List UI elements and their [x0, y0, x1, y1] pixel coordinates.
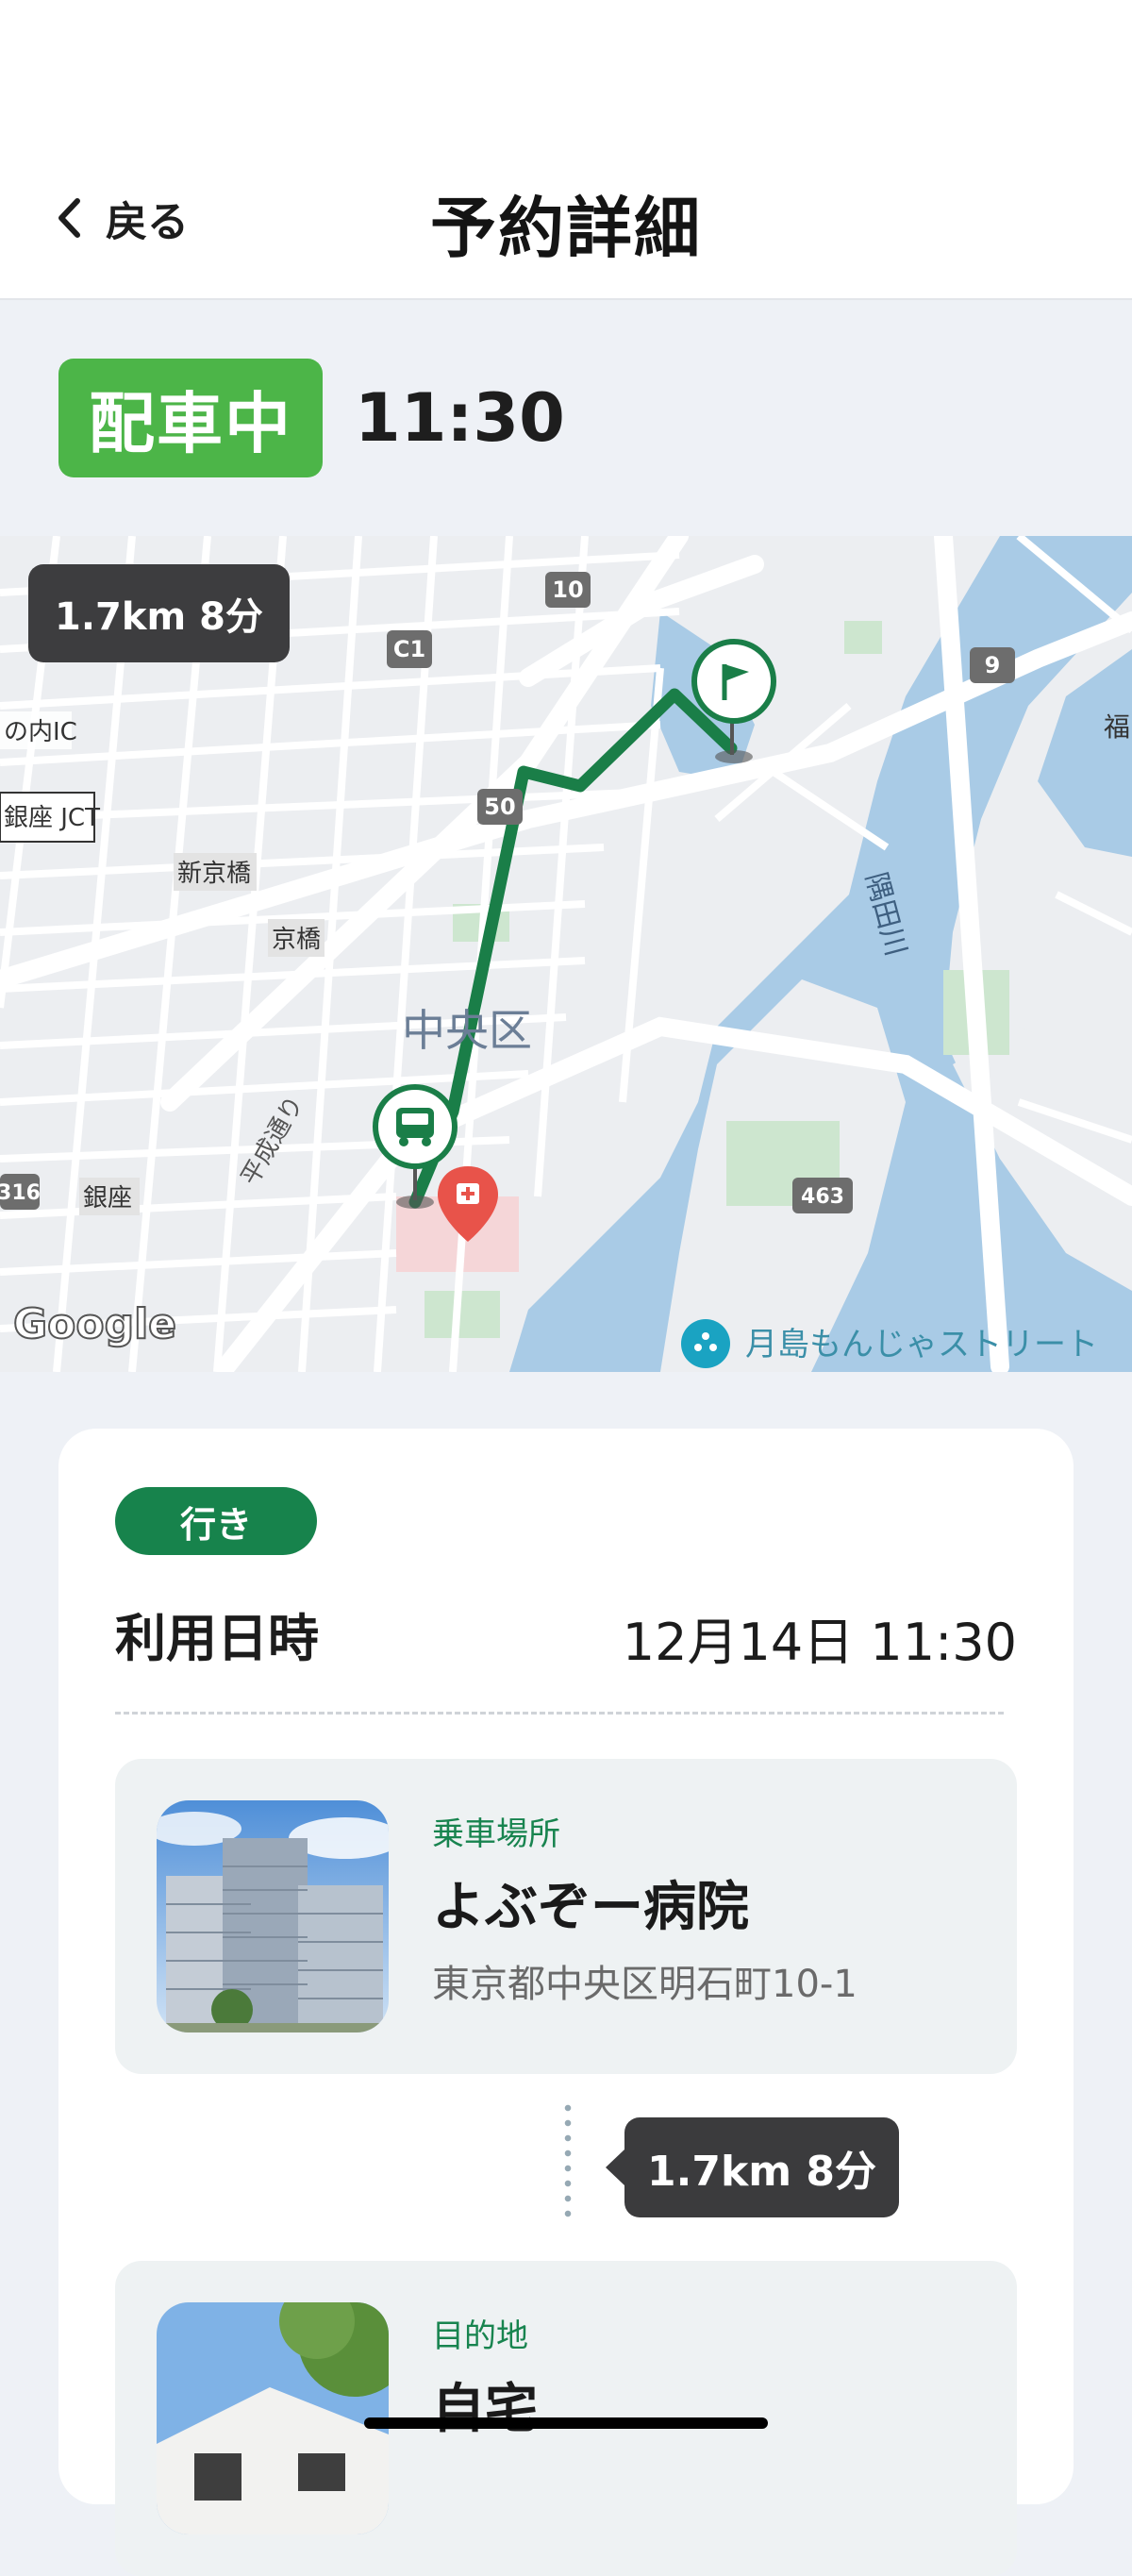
map-label-marunouchi: の内IC	[0, 711, 77, 749]
road-shield-9: 9	[970, 647, 1015, 683]
svg-text:月島もんじゃストリート: 月島もんじゃストリート	[745, 1326, 1098, 1363]
route-connector	[564, 2100, 572, 2225]
map-label-shinkyobashi: 新京橋	[174, 853, 257, 891]
svg-text:50: 50	[484, 794, 515, 820]
pickup-address: 東京都中央区明石町10-1	[432, 1963, 857, 2006]
destination-photo	[157, 2302, 389, 2534]
map-label-ward: 中央区	[402, 1005, 532, 1056]
map-label-kyobashi: 京橋	[268, 919, 325, 957]
svg-text:316: 316	[0, 1181, 41, 1205]
datetime-value: 12月14日 11:30	[622, 1613, 1017, 1672]
leg-badge: 1.7km 8分	[606, 2117, 899, 2217]
map-route-tooltip: 1.7km 8分	[28, 564, 290, 662]
svg-text:463: 463	[801, 1185, 844, 1209]
divider	[115, 1712, 1004, 1715]
status-badge: 配車中	[58, 359, 323, 477]
svg-text:10: 10	[552, 577, 583, 603]
svg-text:京橋: 京橋	[272, 926, 321, 954]
svg-text:銀座: 銀座	[83, 1184, 132, 1213]
google-logo: Google	[13, 1300, 176, 1348]
park	[844, 621, 882, 654]
pickup-label: 乗車場所	[432, 1815, 560, 1853]
status-row: 配車中 11:30	[58, 359, 565, 477]
map-label-ginza: 銀座	[79, 1178, 140, 1215]
home-indicator[interactable]	[364, 2417, 768, 2429]
status-time: 11:30	[355, 379, 565, 457]
svg-text:C1: C1	[393, 636, 425, 662]
destination-name: 自宅	[432, 2379, 538, 2440]
header-bar: 戻る 予約詳細	[0, 0, 1132, 300]
map-label-ginza-jct: 銀座 JCT	[0, 792, 100, 843]
reservation-card: 行き 利用日時 12月14日 11:30 乗車場所 よぶぞー病院 東京都中央区明…	[58, 1429, 1074, 2576]
pickup-photo	[157, 1800, 389, 2032]
road-shield-316: 316	[0, 1174, 41, 1210]
route-map[interactable]: C1 10 50 9 463 316 5 0 の内IC	[0, 536, 1132, 1372]
svg-text:銀座 JCT: 銀座 JCT	[4, 804, 100, 832]
datetime-label: 利用日時	[115, 1609, 319, 1668]
road-shield-463: 463	[792, 1178, 853, 1213]
park	[424, 1291, 500, 1338]
destination-label: 目的地	[432, 2317, 528, 2355]
page-title: 予約詳細	[430, 190, 702, 267]
road-shield-50: 50	[477, 789, 523, 825]
map-label-fuku: 福	[1104, 711, 1130, 743]
road-shield-10: 10	[545, 572, 591, 608]
svg-text:新京橋: 新京橋	[177, 860, 251, 888]
pickup-name: よぶぞー病院	[432, 1877, 749, 1938]
road-shield-c1: C1	[387, 630, 432, 668]
direction-badge: 行き	[115, 1487, 317, 1555]
svg-text:9: 9	[985, 652, 1001, 678]
svg-text:の内IC: の内IC	[4, 718, 77, 746]
pickup-place[interactable]: 乗車場所 よぶぞー病院 東京都中央区明石町10-1	[115, 1759, 1017, 2074]
